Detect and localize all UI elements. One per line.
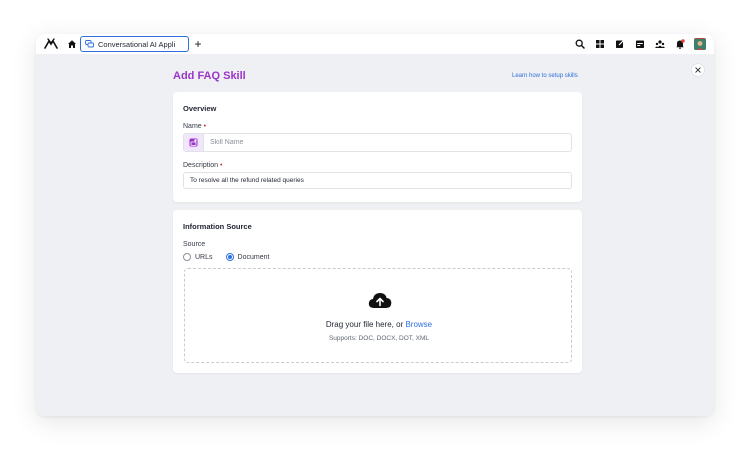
radio-button[interactable] bbox=[225, 253, 234, 261]
app-logo-icon[interactable] bbox=[44, 38, 58, 50]
file-dropzone[interactable]: Drag your file here, or Browse Supports:… bbox=[184, 268, 572, 363]
description-label: Description • bbox=[183, 162, 223, 169]
team-icon[interactable] bbox=[655, 39, 665, 49]
chat-bubbles-icon bbox=[85, 40, 94, 48]
source-label: Source bbox=[183, 241, 206, 248]
tab-conversational-ai[interactable]: Conversational AI Appli bbox=[80, 36, 189, 52]
radio-urls[interactable]: URLs bbox=[183, 253, 213, 261]
overview-title: Overview bbox=[183, 104, 217, 113]
name-label: Name • bbox=[183, 123, 207, 130]
close-icon bbox=[695, 67, 701, 73]
top-bar: Conversational AI Appli + bbox=[36, 34, 714, 54]
user-avatar[interactable] bbox=[694, 38, 706, 50]
skill-name-field[interactable] bbox=[183, 133, 572, 152]
information-source-card: Information Source Source URLs Document … bbox=[173, 210, 582, 373]
skill-icon bbox=[189, 138, 198, 147]
apps-grid-icon[interactable] bbox=[595, 39, 605, 49]
required-marker: • bbox=[203, 123, 207, 130]
calendar-icon[interactable] bbox=[635, 39, 645, 49]
notification-bell-icon[interactable] bbox=[675, 39, 685, 49]
home-icon[interactable] bbox=[67, 39, 77, 49]
radio-button[interactable] bbox=[183, 253, 191, 261]
close-button[interactable] bbox=[691, 63, 705, 77]
app-window: Conversational AI Appli + Add FAQ Skill … bbox=[36, 34, 714, 416]
information-source-title: Information Source bbox=[183, 222, 252, 231]
search-icon[interactable] bbox=[575, 39, 585, 49]
cloud-upload-icon bbox=[368, 293, 392, 308]
description-input[interactable]: To resolve all the refund related querie… bbox=[183, 172, 572, 189]
browse-link[interactable]: Browse bbox=[405, 320, 432, 329]
skill-icon-picker[interactable] bbox=[184, 134, 204, 151]
skill-name-input[interactable] bbox=[204, 134, 564, 151]
radio-document[interactable]: Document bbox=[225, 253, 269, 261]
add-tab-button[interactable]: + bbox=[192, 36, 204, 52]
overview-card: Overview Name • Description • To resolve… bbox=[173, 92, 582, 202]
learn-setup-link[interactable]: Learn how to setup skills bbox=[512, 73, 578, 79]
required-marker: • bbox=[219, 162, 223, 169]
tab-label: Conversational AI Appli bbox=[98, 39, 176, 49]
drag-instructions: Drag your file here, or Browse bbox=[325, 320, 433, 329]
edit-icon[interactable] bbox=[615, 39, 625, 49]
source-radio-group: URLs Document bbox=[183, 253, 282, 261]
page-title: Add FAQ Skill bbox=[173, 70, 246, 82]
supported-formats: Supports: DOC, DOCX, DOT, XML bbox=[328, 335, 430, 342]
